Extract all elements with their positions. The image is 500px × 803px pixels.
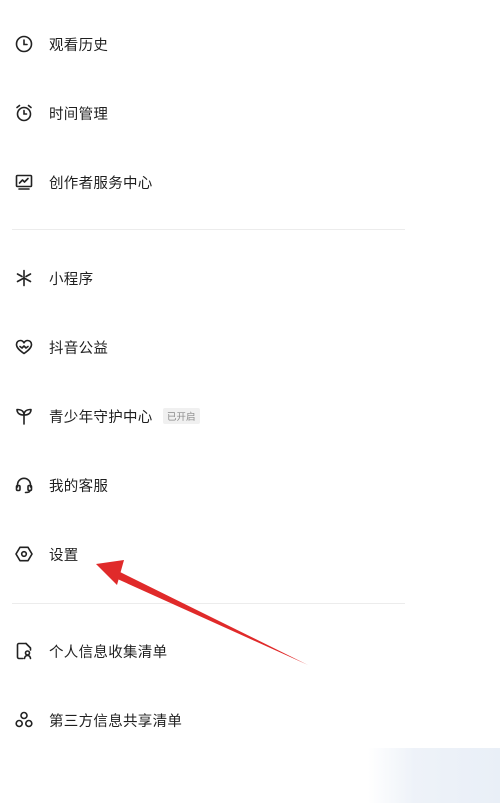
headset-icon [13,474,35,496]
menu-item-customer-service[interactable]: 我的客服 [0,463,405,507]
alarm-clock-icon [13,102,35,124]
menu-item-mini-program[interactable]: 小程序 [0,256,405,300]
menu-item-settings[interactable]: 设置 [0,532,405,576]
document-person-icon [13,640,35,662]
menu-item-douyin-charity[interactable]: 抖音公益 [0,325,405,369]
menu-item-watch-history[interactable]: 观看历史 [0,22,405,66]
menu-label: 观看历史 [49,37,109,54]
mini-program-icon [13,267,35,289]
menu-label: 创作者服务中心 [49,175,153,192]
menu-item-creator-service-center[interactable]: 创作者服务中心 [0,160,405,204]
menu-label: 第三方信息共享清单 [49,713,183,730]
menu-label: 青少年守护中心 [49,409,153,426]
settings-hexagon-icon [13,543,35,565]
charity-heart-icon [13,336,35,358]
menu-label: 我的客服 [49,478,109,495]
share-nodes-icon [13,709,35,731]
corner-watermark [368,748,500,803]
side-menu-page: 观看历史 时间管理 创作者服务中心 小程序 抖音公益 青少年守护中心 已开启 我… [0,0,500,803]
menu-item-youth-protection[interactable]: 青少年守护中心 已开启 [0,394,405,438]
section-divider [12,603,405,604]
menu-item-time-management[interactable]: 时间管理 [0,91,405,135]
menu-item-personal-info-list[interactable]: 个人信息收集清单 [0,629,405,673]
menu-label: 抖音公益 [49,340,109,357]
menu-label: 小程序 [49,271,94,288]
section-divider [12,229,405,230]
sprout-icon [13,405,35,427]
menu-label: 时间管理 [49,106,109,123]
status-badge: 已开启 [163,408,200,424]
monitor-chart-icon [13,171,35,193]
menu-label: 个人信息收集清单 [49,644,168,661]
clock-icon [13,33,35,55]
menu-label: 设置 [49,547,79,564]
menu-item-third-party-sharing-list[interactable]: 第三方信息共享清单 [0,698,405,742]
